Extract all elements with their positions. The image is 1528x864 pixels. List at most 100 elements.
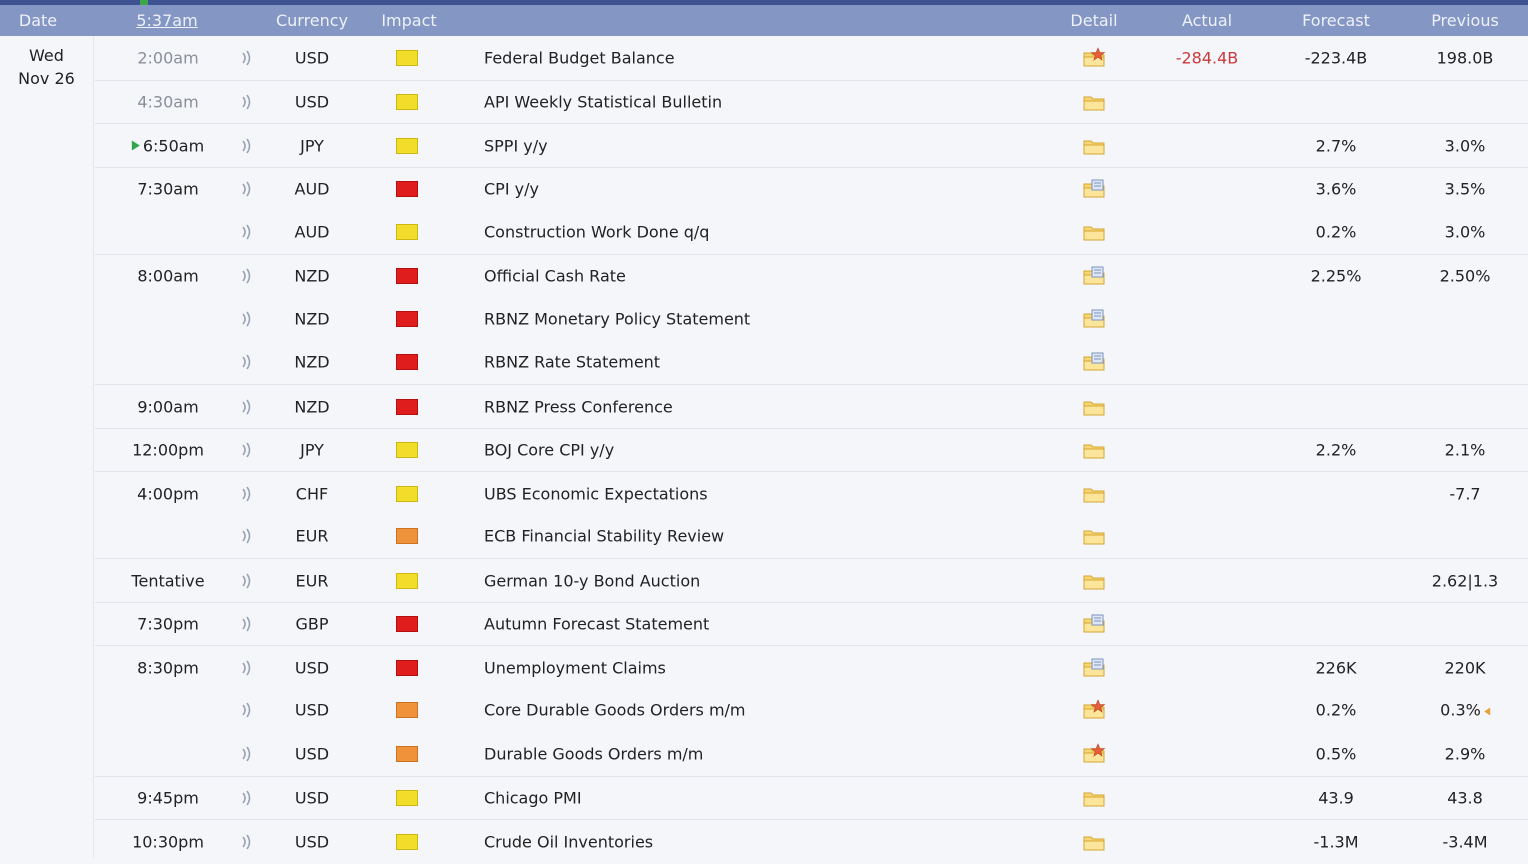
event-title-link[interactable]: German 10-y Bond Auction xyxy=(484,571,700,590)
event-title-link[interactable]: CPI y/y xyxy=(484,180,539,199)
event-title-link[interactable]: Federal Budget Balance xyxy=(484,48,675,67)
sound-alert-icon[interactable] xyxy=(240,790,254,806)
event-previous: 2.1% xyxy=(1445,441,1486,460)
event-title-link[interactable]: Core Durable Goods Orders m/m xyxy=(484,701,746,720)
event-title-link[interactable]: RBNZ Rate Statement xyxy=(484,353,660,372)
folder-doc-icon[interactable] xyxy=(1081,351,1107,373)
event-time: 8:00am xyxy=(137,266,199,286)
sound-alert-icon[interactable] xyxy=(240,224,254,240)
event-currency: NZD xyxy=(294,352,330,372)
sound-alert-icon[interactable] xyxy=(240,834,254,850)
event-forecast: 2.2% xyxy=(1315,440,1357,460)
event-title-link[interactable]: Unemployment Claims xyxy=(484,658,666,677)
sound-alert-icon[interactable] xyxy=(240,746,254,762)
folder-icon[interactable] xyxy=(1081,396,1107,418)
table-row[interactable]: 8:30pm USD Unemployment Claims 226K 220K xyxy=(95,645,1528,690)
sound-alert-icon[interactable] xyxy=(240,616,254,632)
table-row[interactable]: 9:00am NZD RBNZ Press Conference xyxy=(95,384,1528,429)
folder-doc-icon[interactable] xyxy=(1081,657,1107,679)
sound-alert-icon[interactable] xyxy=(240,486,254,502)
folder-icon[interactable] xyxy=(1081,787,1107,809)
table-row[interactable]: EUR ECB Financial Stability Review xyxy=(95,515,1528,559)
table-row[interactable]: 4:00pm CHF UBS Economic Expectations -7.7 xyxy=(95,471,1528,516)
sound-alert-icon[interactable] xyxy=(240,50,254,66)
day-cell: Wed Nov 26 xyxy=(0,36,94,858)
event-title-link[interactable]: Autumn Forecast Statement xyxy=(484,615,709,634)
table-row[interactable]: Tentative EUR German 10-y Bond Auction 2.62… xyxy=(95,558,1528,603)
event-title-link[interactable]: Construction Work Done q/q xyxy=(484,222,709,241)
folder-icon[interactable] xyxy=(1081,831,1107,853)
folder-icon[interactable] xyxy=(1081,483,1107,505)
event-title-link[interactable]: RBNZ Press Conference xyxy=(484,397,673,416)
table-row[interactable]: USD Durable Goods Orders m/m 0.5% 2.9% xyxy=(95,732,1528,776)
sound-alert-icon[interactable] xyxy=(240,660,254,676)
folder-icon[interactable] xyxy=(1081,221,1107,243)
table-row[interactable]: 8:00am NZD Official Cash Rate 2.25% 2.50% xyxy=(95,253,1528,299)
sound-alert-icon[interactable] xyxy=(240,181,254,197)
impact-red-icon xyxy=(396,659,418,676)
event-title-link[interactable]: RBNZ Monetary Policy Statement xyxy=(484,309,750,328)
sound-alert-icon[interactable] xyxy=(240,442,254,458)
sound-alert-icon[interactable] xyxy=(240,702,254,718)
sound-alert-icon[interactable] xyxy=(240,528,254,544)
folder-icon[interactable] xyxy=(1081,439,1107,461)
folder-doc-icon[interactable] xyxy=(1081,265,1107,287)
event-currency: GBP xyxy=(295,614,329,634)
impact-orange-icon xyxy=(396,528,418,545)
folder-star-icon[interactable] xyxy=(1081,46,1107,69)
event-previous-text: 43.8 xyxy=(1447,788,1483,808)
event-title-link[interactable]: ECB Financial Stability Review xyxy=(484,527,724,546)
folder-icon[interactable] xyxy=(1081,525,1107,547)
impact-red-icon xyxy=(396,616,418,633)
table-row[interactable]: USD Core Durable Goods Orders m/m 0.2% 0.3% xyxy=(95,689,1528,733)
table-row[interactable]: 7:30am AUD CPI y/y 3.6% 3.5% xyxy=(95,166,1528,212)
folder-icon[interactable] xyxy=(1081,91,1107,113)
table-row[interactable]: NZD RBNZ Rate Statement xyxy=(95,341,1528,385)
sound-alert-icon[interactable] xyxy=(240,268,254,284)
event-currency: NZD xyxy=(294,309,330,329)
event-title-link[interactable]: Crude Oil Inventories xyxy=(484,832,653,851)
sound-alert-icon[interactable] xyxy=(240,399,254,415)
sound-alert-icon[interactable] xyxy=(240,573,254,589)
sound-alert-icon[interactable] xyxy=(240,311,254,327)
table-row[interactable]: 4:30am USD API Weekly Statistical Bulletin xyxy=(95,79,1528,125)
impact-red-icon xyxy=(396,268,418,285)
sound-alert-icon[interactable] xyxy=(240,94,254,110)
folder-doc-icon[interactable] xyxy=(1081,178,1107,200)
event-currency: USD xyxy=(294,788,330,808)
table-row[interactable]: 12:00pm JPY BOJ Core CPI y/y 2.2% 2.1% xyxy=(95,427,1528,473)
folder-star-icon[interactable] xyxy=(1081,699,1107,721)
event-title-link[interactable]: API Weekly Statistical Bulletin xyxy=(484,93,722,112)
header-clock-link[interactable]: 5:37am xyxy=(136,11,197,30)
event-title-link[interactable]: BOJ Core CPI y/y xyxy=(484,441,614,460)
table-row[interactable]: 2:00am USD Federal Budget Balance -284.4B -2… xyxy=(95,36,1528,80)
event-title-link[interactable]: UBS Economic Expectations xyxy=(484,484,708,503)
event-title-link[interactable]: SPPI y/y xyxy=(484,136,548,155)
event-previous: 2.62|1.3 xyxy=(1432,571,1498,590)
folder-icon[interactable] xyxy=(1081,570,1107,592)
event-currency: JPY xyxy=(300,136,324,156)
sound-alert-icon[interactable] xyxy=(240,138,254,154)
table-row[interactable]: 6:50am JPY SPPI y/y 2.7% 3.0% xyxy=(95,123,1528,168)
folder-doc-icon[interactable] xyxy=(1081,613,1107,635)
event-title-link[interactable]: Official Cash Rate xyxy=(484,267,626,286)
table-row[interactable]: 7:30pm GBP Autumn Forecast Statement xyxy=(95,601,1528,647)
event-previous-text: 2.1% xyxy=(1444,440,1486,460)
event-currency: USD xyxy=(294,658,330,678)
folder-star-icon[interactable] xyxy=(1081,742,1107,765)
event-title-link[interactable]: Durable Goods Orders m/m xyxy=(484,744,703,763)
event-currency: AUD xyxy=(294,179,330,199)
impact-yellow-icon xyxy=(396,223,418,240)
impact-orange-icon xyxy=(396,702,418,719)
event-title-link[interactable]: Chicago PMI xyxy=(484,789,582,808)
table-row[interactable]: 9:45pm USD Chicago PMI 43.9 43.8 xyxy=(95,775,1528,821)
event-time-text: 6:50am xyxy=(142,136,205,156)
table-row[interactable]: NZD RBNZ Monetary Policy Statement xyxy=(95,297,1528,341)
event-time: 9:45pm xyxy=(137,788,199,808)
table-row[interactable]: 10:30pm USD Crude Oil Inventories -1.3M -3.4… xyxy=(95,819,1528,864)
impact-orange-icon xyxy=(396,745,418,762)
table-row[interactable]: AUD Construction Work Done q/q 0.2% 3.0% xyxy=(95,210,1528,254)
sound-alert-icon[interactable] xyxy=(240,354,254,370)
folder-doc-icon[interactable] xyxy=(1081,308,1107,330)
folder-icon[interactable] xyxy=(1081,135,1107,157)
